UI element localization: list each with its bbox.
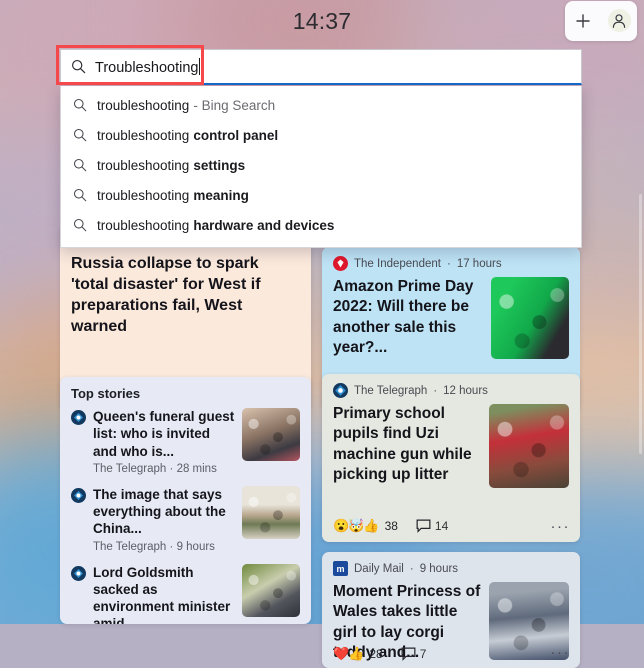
suggestion-text: troubleshooting	[97, 187, 190, 203]
comment-icon	[401, 647, 416, 661]
suggestion-text: troubleshooting	[97, 217, 190, 233]
search-query-text: Troubleshooting	[95, 59, 199, 76]
publish-time: 28 mins	[176, 462, 217, 475]
daily-mail-logo-icon: m	[333, 561, 348, 576]
add-widget-button[interactable]	[568, 6, 598, 36]
publisher-separator: ·	[169, 462, 174, 475]
story-headline[interactable]: The image that says everything about the…	[93, 486, 235, 538]
news-headline[interactable]: Russia collapse to spark 'total disaster…	[71, 253, 300, 337]
publish-time: 17 hours	[456, 257, 502, 270]
publisher-name: The Telegraph	[93, 462, 167, 475]
suggestion-completion: control panel	[193, 127, 279, 143]
reaction-count: 28	[369, 647, 383, 661]
news-headline[interactable]: Amazon Prime Day 2022: Will there be ano…	[333, 277, 483, 359]
plus-icon	[576, 14, 590, 28]
suggestion-completion: settings	[193, 157, 246, 173]
news-card-daily-mail[interactable]: m Daily Mail · 9 hours Moment Princess o…	[322, 552, 580, 668]
search-box[interactable]: Troubleshooting	[60, 49, 582, 85]
search-input-value[interactable]: Troubleshooting	[95, 57, 201, 76]
reaction-emojis[interactable]: 😮🤯👍	[333, 518, 380, 534]
news-card-top-stories[interactable]: Top stories Queen's funeral guest list: …	[60, 377, 311, 624]
suggestion-item[interactable]: troubleshooting hardware and devices	[61, 210, 581, 240]
suggestion-completion: hardware and devices	[193, 217, 335, 233]
suggestion-text: troubleshooting	[97, 157, 190, 173]
the-telegraph-logo-icon	[71, 487, 86, 503]
publish-time: 12 hours	[443, 384, 488, 397]
suggestion-item[interactable]: troubleshooting settings	[61, 150, 581, 180]
reaction-emojis[interactable]: ❤️👍	[333, 646, 364, 662]
clock: 14:37	[292, 8, 352, 34]
the-telegraph-logo-icon	[71, 565, 86, 581]
publisher-row: The Telegraph · 12 hours	[333, 383, 569, 398]
account-button[interactable]	[604, 6, 634, 36]
story-thumbnail	[242, 485, 300, 539]
story-thumbnail	[242, 563, 300, 617]
news-thumbnail	[491, 277, 569, 359]
publisher-row: The Independent · 17 hours	[333, 256, 569, 271]
comment-icon	[416, 519, 431, 533]
story-meta: The Telegraph · 9 hours	[93, 541, 235, 553]
the-telegraph-logo-icon	[71, 410, 86, 425]
search-icon	[73, 188, 97, 202]
comment-count: 14	[434, 519, 449, 533]
suggestion-item[interactable]: troubleshooting - Bing Search	[61, 90, 581, 120]
comment-count: 7	[419, 647, 427, 661]
story-thumbnail	[242, 408, 300, 461]
suggestion-text: troubleshooting	[97, 97, 190, 113]
topbar-corner-panel	[565, 1, 637, 41]
top-stories-title: Top stories	[71, 386, 141, 401]
publisher-name: The Telegraph	[93, 540, 167, 553]
search-icon	[61, 59, 95, 74]
publish-time: 9 hours	[419, 562, 459, 575]
story-headline[interactable]: Lord Goldsmith sacked as environment min…	[93, 564, 235, 624]
suggestion-item[interactable]: troubleshooting meaning	[61, 180, 581, 210]
comments-group[interactable]: 7	[401, 647, 427, 661]
publisher-separator: ·	[433, 384, 438, 397]
feed-scrollbar[interactable]	[639, 194, 642, 454]
person-icon	[612, 14, 626, 28]
list-item[interactable]: The image that says everything about the…	[71, 485, 300, 553]
story-headline[interactable]: Queen's funeral guest list: who is invit…	[93, 408, 235, 460]
reactions-row[interactable]: 😮🤯👍 38 14	[333, 518, 448, 534]
card-more-options-button[interactable]: ···	[551, 645, 571, 660]
search-icon	[73, 98, 97, 112]
reactions-row[interactable]: ❤️👍 28 7	[333, 646, 426, 662]
suggestion-item[interactable]: troubleshooting control panel	[61, 120, 581, 150]
the-telegraph-logo-icon	[333, 383, 348, 398]
the-independent-logo-icon	[333, 256, 348, 271]
start-menu-topbar: 14:37	[0, 0, 644, 44]
news-thumbnail	[489, 404, 569, 488]
suggestion-text: troubleshooting	[97, 127, 190, 143]
reaction-count: 38	[384, 519, 398, 533]
publisher-separator: ·	[446, 257, 451, 270]
publish-time: 9 hours	[176, 540, 215, 553]
publisher-separator: ·	[409, 562, 414, 575]
list-item[interactable]: Lord Goldsmith sacked as environment min…	[71, 563, 300, 624]
story-meta: The Telegraph · 28 mins	[93, 463, 235, 475]
suggestion-source: - Bing Search	[193, 97, 276, 113]
search-icon	[73, 158, 97, 172]
publisher-name: Daily Mail	[354, 562, 404, 575]
suggestion-completion: meaning	[193, 187, 249, 203]
publisher-row: m Daily Mail · 9 hours	[333, 561, 569, 576]
news-headline[interactable]: Primary school pupils find Uzi machine g…	[333, 404, 481, 488]
list-item[interactable]: Queen's funeral guest list: who is invit…	[71, 408, 300, 475]
search-icon	[73, 218, 97, 232]
publisher-name: The Telegraph	[354, 384, 428, 397]
news-card-telegraph[interactable]: The Telegraph · 12 hours Primary school …	[322, 374, 580, 542]
search-suggestions-dropdown: troubleshooting - Bing Search troublesho…	[60, 86, 582, 248]
publisher-separator: ·	[169, 540, 174, 553]
comments-group[interactable]: 14	[416, 519, 448, 533]
text-caret	[199, 57, 201, 75]
publisher-name: The Independent	[354, 257, 441, 270]
card-more-options-button[interactable]: ···	[551, 519, 571, 534]
search-icon	[73, 128, 97, 142]
